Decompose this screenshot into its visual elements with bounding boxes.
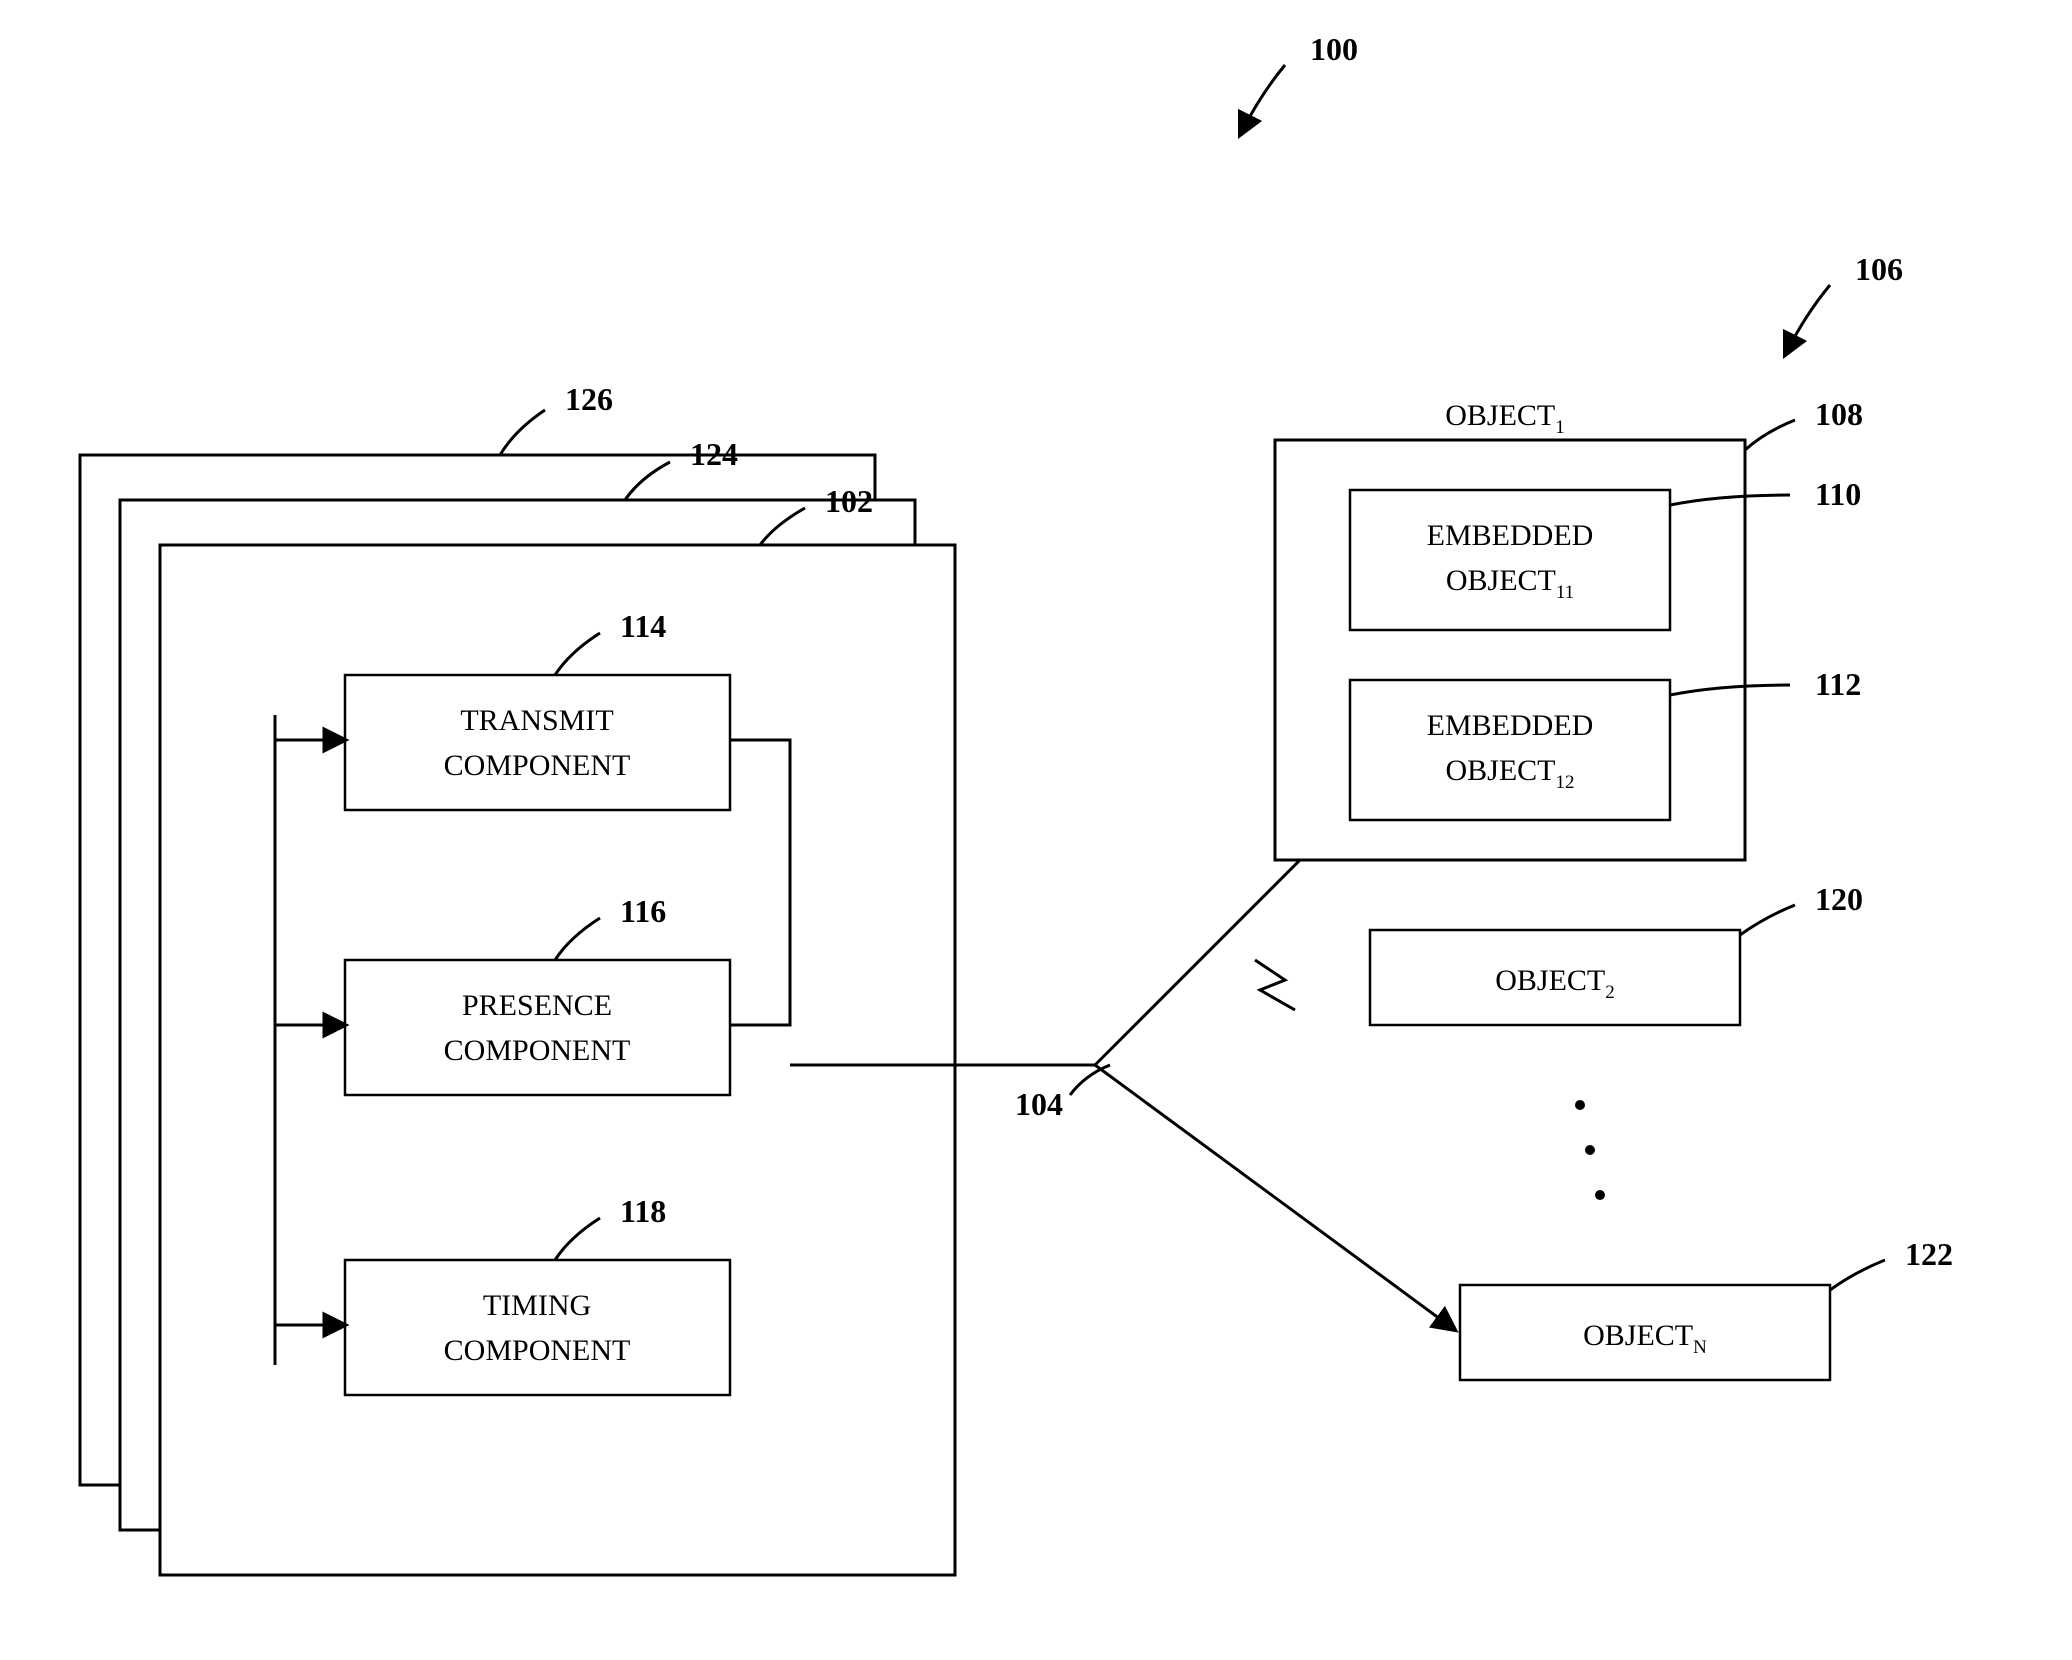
ref-122-label: 122: [1905, 1236, 1953, 1272]
ref-120-label: 120: [1815, 881, 1863, 917]
ellipsis-icon: [1575, 1100, 1605, 1200]
ref-106-label: 106: [1855, 251, 1903, 287]
group-ref-106: 106: [1785, 251, 1903, 355]
svg-text:EMBEDDED: EMBEDDED: [1427, 519, 1594, 552]
ref-126-label: 126: [565, 381, 613, 417]
svg-text:TIMING: TIMING: [483, 1289, 591, 1322]
svg-text:COMPONENT: COMPONENT: [444, 1034, 631, 1067]
svg-text:COMPONENT: COMPONENT: [444, 749, 631, 782]
ref-110-label: 110: [1815, 476, 1861, 512]
embedded-object-12: [1350, 680, 1670, 820]
ref-116-label: 116: [620, 893, 666, 929]
svg-text:OBJECT1: OBJECT1: [1445, 399, 1565, 438]
ref-118-label: 118: [620, 1193, 666, 1229]
ref-124-label: 124: [690, 436, 738, 472]
embedded-object-11: [1350, 490, 1670, 630]
object-1: OBJECT1 108 EMBEDDED OBJECT11 110 EMBEDD…: [1275, 396, 1863, 860]
ref-112-label: 112: [1815, 666, 1861, 702]
svg-text:COMPONENT: COMPONENT: [444, 1334, 631, 1367]
svg-text:TRANSMIT: TRANSMIT: [460, 704, 613, 737]
object-n: OBJECTN 122: [1460, 1236, 1953, 1380]
ref-108-label: 108: [1815, 396, 1863, 432]
ref-100-label: 100: [1310, 31, 1358, 67]
ref-114-label: 114: [620, 608, 666, 644]
svg-text:PRESENCE: PRESENCE: [462, 989, 612, 1022]
wireless-icon: [1255, 960, 1295, 1010]
figure-ref-100: 100: [1240, 31, 1358, 135]
ref-104-label: 104: [1015, 1086, 1063, 1122]
svg-text:EMBEDDED: EMBEDDED: [1427, 709, 1594, 742]
object-2: OBJECT2 120: [1370, 881, 1863, 1025]
ref-102-label: 102: [825, 483, 873, 519]
